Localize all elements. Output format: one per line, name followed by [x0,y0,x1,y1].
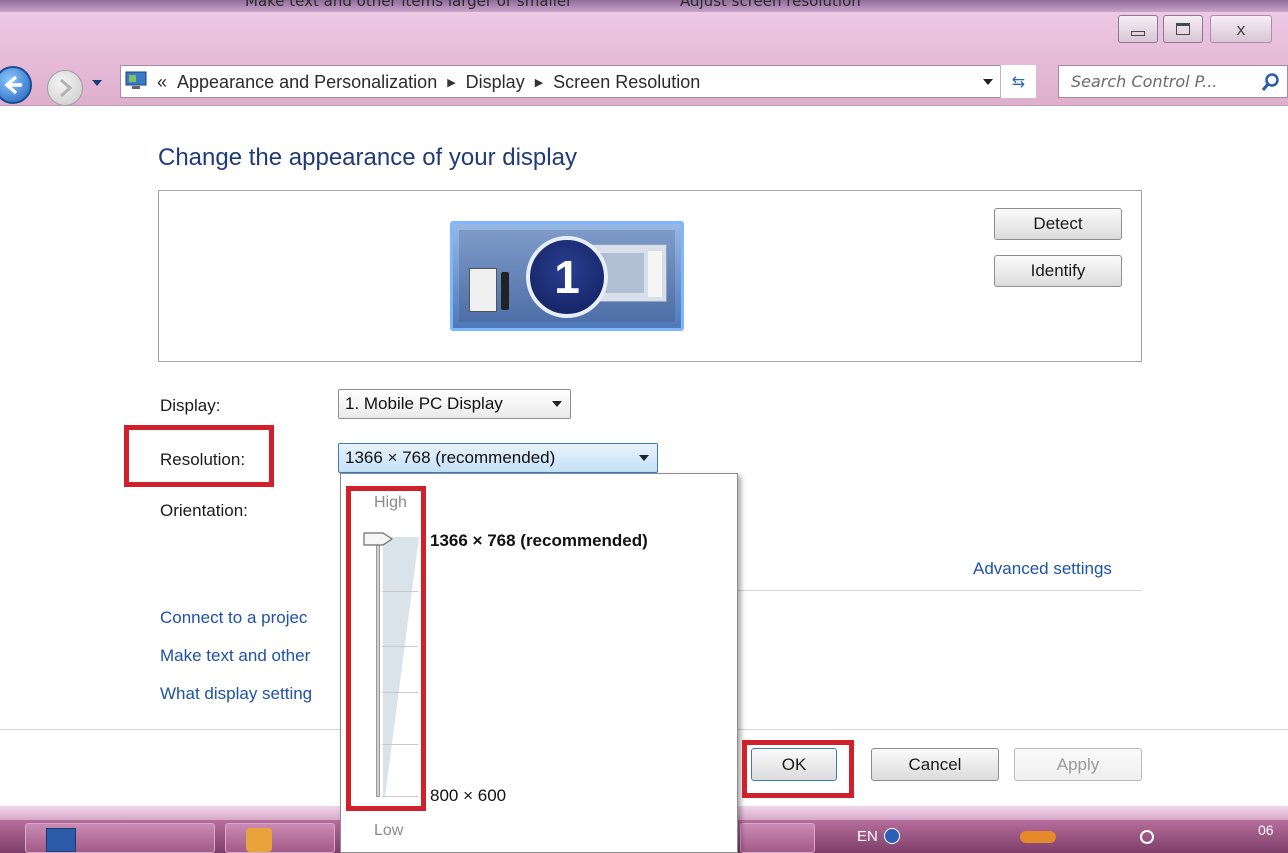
resolution-option-max[interactable]: 1366 × 768 (recommended) [430,531,648,551]
search-icon[interactable] [1261,72,1281,92]
resolution-select[interactable]: 1366 × 768 (recommended) [338,443,658,473]
clock[interactable]: 06 [1258,822,1274,838]
search-input[interactable] [1059,66,1249,97]
breadcrumb-separator-icon[interactable]: ▶ [447,76,455,89]
address-bar[interactable]: « Appearance and Personalization ▶ Displ… [120,65,1032,98]
maximize-icon [1176,23,1190,35]
close-icon: ⅹ [1236,19,1246,39]
refresh-icon: ⇆ [1011,72,1026,91]
detect-button[interactable]: Detect [994,208,1122,240]
back-button[interactable] [0,66,32,104]
monitor-number-badge: 1 [526,236,608,318]
resolution-option-min[interactable]: 800 × 600 [430,786,506,806]
app-icon [246,828,272,852]
display-preview: 1 Detect Identify [158,190,1142,362]
taskbar-app-button[interactable] [225,823,335,853]
connect-projector-link[interactable]: Connect to a projec [160,608,307,628]
breadcrumb-screen-resolution[interactable]: Screen Resolution [553,72,700,93]
word-icon [46,828,76,852]
forward-button[interactable] [47,70,83,106]
breadcrumb-separator-icon[interactable]: ▶ [535,76,543,89]
taskbar-app-button[interactable] [740,823,815,853]
close-button[interactable]: ⅹ [1210,15,1272,43]
forward-arrow-icon [60,78,73,98]
advanced-settings-link[interactable]: Advanced settings [973,559,1112,579]
background-window-strip: Make text and other items larger or smal… [0,0,1288,12]
chevron-down-icon [639,455,649,461]
maximize-button[interactable] [1163,15,1203,43]
page-title: Change the appearance of your display [158,144,577,171]
desktop-window-icon [469,268,497,312]
title-bar: ⅹ [0,12,1288,60]
breadcrumb-overflow[interactable]: « [157,72,167,93]
chevron-down-icon [552,401,562,407]
background-title-1: Make text and other items larger or smal… [245,0,573,10]
display-select-value: 1. Mobile PC Display [345,394,503,413]
volume-icon[interactable] [1140,830,1154,844]
address-dropdown-icon[interactable] [983,79,993,85]
display-settings-help-link[interactable]: What display setting [160,684,312,704]
slider-low-label: Low [374,822,404,839]
taskbar-word-button[interactable] [25,823,215,853]
minimize-button[interactable] [1118,15,1158,43]
refresh-button[interactable]: ⇆ [1000,65,1036,98]
identify-button[interactable]: Identify [994,255,1122,287]
resolution-select-value: 1366 × 768 (recommended) [345,448,556,467]
minimize-icon [1131,30,1145,36]
orientation-label: Orientation: [160,501,248,520]
make-text-larger-link[interactable]: Make text and other [160,646,310,666]
language-indicator[interactable]: EN [857,828,878,845]
resolution-slider-highlight [346,486,426,811]
breadcrumb-display[interactable]: Display [466,72,525,93]
background-title-2: Adjust screen resolution [680,0,861,10]
ok-button-highlight [742,740,854,798]
help-icon[interactable] [884,828,900,844]
control-panel-icon [125,71,147,89]
monitor-1-thumbnail[interactable]: 1 [450,221,684,331]
search-box[interactable] [1058,65,1288,98]
cancel-button[interactable]: Cancel [871,748,999,781]
apply-button: Apply [1014,748,1142,781]
back-arrow-icon [4,75,22,95]
display-select[interactable]: 1. Mobile PC Display [338,389,571,419]
resolution-label-highlight [124,425,274,487]
display-label: Display: [160,396,221,415]
breadcrumb-appearance[interactable]: Appearance and Personalization [177,72,437,93]
network-icon[interactable] [1020,831,1056,843]
recent-pages-dropdown-icon[interactable] [92,80,102,86]
